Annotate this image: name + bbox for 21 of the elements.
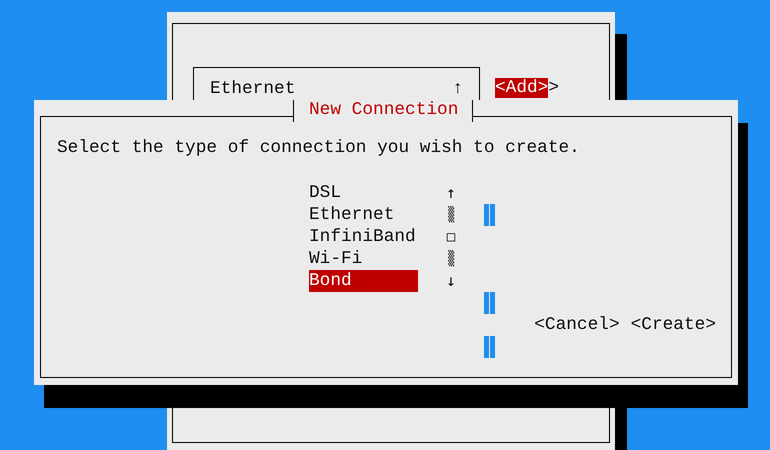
scrollbar-track: ▒ [448, 205, 454, 225]
connection-type-option[interactable]: InfiniBand [309, 226, 418, 248]
list-item[interactable]: Ethernet [210, 78, 296, 100]
create-button[interactable]: <Create> [630, 314, 716, 336]
double-bar-icon [484, 292, 495, 314]
scroll-up-arrow[interactable]: ↑ [446, 182, 456, 204]
connection-type-option[interactable]: Ethernet [309, 204, 418, 226]
connection-type-option[interactable]: Bond [309, 270, 418, 292]
scroll-up-arrow[interactable]: ↑ [452, 78, 463, 100]
add-button[interactable]: <Add> [495, 78, 548, 98]
connection-type-option[interactable]: DSL [309, 182, 418, 204]
cancel-button[interactable]: <Cancel> [534, 314, 620, 336]
button-fragment[interactable]: > [548, 78, 560, 98]
connection-type-option[interactable]: Wi-Fi [309, 248, 418, 270]
scroll-down-arrow[interactable]: ↓ [446, 270, 456, 292]
double-bar-icon [484, 336, 495, 358]
dialog-title: New Connection [293, 100, 474, 122]
prompt-text: Select the type of connection you wish to create. [57, 137, 581, 159]
scrollbar-thumb[interactable]: □ [446, 226, 456, 248]
scrollbar-track: ▒ [448, 249, 454, 269]
double-bar-icon [484, 204, 495, 226]
